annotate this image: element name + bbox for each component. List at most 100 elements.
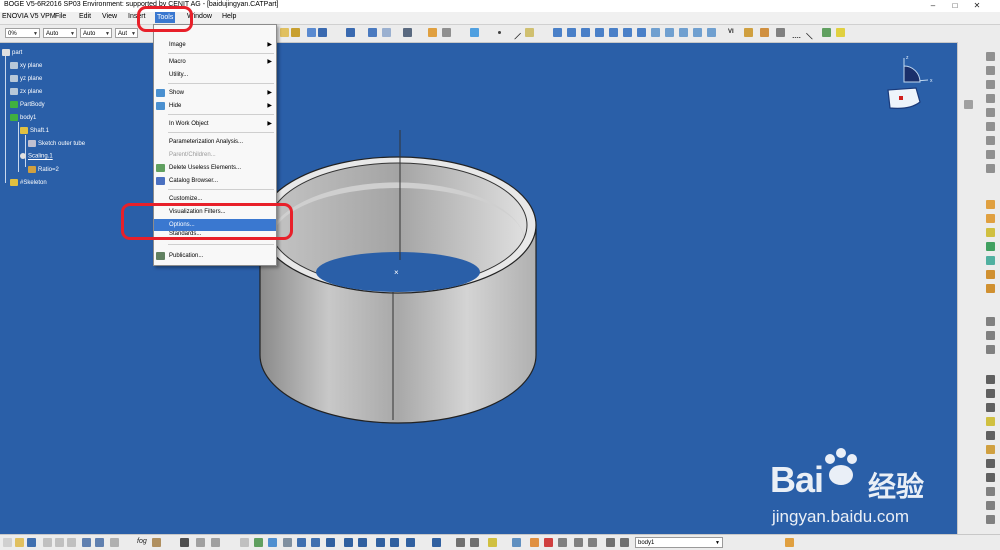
- undo-icon[interactable]: [82, 538, 91, 547]
- split-icon[interactable]: [986, 459, 995, 468]
- loft-icon[interactable]: [637, 28, 646, 37]
- menu-item-parameterization-analysis[interactable]: Parameterization Analysis...: [154, 136, 276, 148]
- shading-icon[interactable]: [358, 538, 367, 547]
- plane-icon[interactable]: [525, 28, 534, 37]
- law-icon[interactable]: [776, 28, 785, 37]
- dimension-icon[interactable]: [544, 538, 553, 547]
- tool-icon[interactable]: [986, 108, 995, 117]
- line-weight-combo[interactable]: Auto ▼: [43, 28, 77, 38]
- menu-item-delete-useless-elements[interactable]: Delete Useless Elements...: [154, 162, 276, 174]
- line-icon[interactable]: [507, 26, 522, 40]
- tool-icon[interactable]: [986, 52, 995, 61]
- hole-icon[interactable]: [986, 270, 995, 279]
- grid-snap-icon[interactable]: [558, 538, 567, 547]
- replace-face-icon[interactable]: [986, 501, 995, 510]
- close-button[interactable]: ✕: [966, 0, 988, 11]
- transform-icon[interactable]: [986, 375, 995, 384]
- lock-icon[interactable]: [488, 538, 497, 547]
- measure-icon[interactable]: [346, 28, 355, 37]
- line-2-icon[interactable]: [805, 26, 820, 40]
- fly-icon[interactable]: [152, 538, 161, 547]
- tool-icon[interactable]: [986, 164, 995, 173]
- save-icon[interactable]: [27, 538, 36, 547]
- pad-icon[interactable]: [986, 228, 995, 237]
- geometry-icon[interactable]: [588, 538, 597, 547]
- sketcher-icon[interactable]: [432, 538, 441, 547]
- menu-item-catalog-browser[interactable]: Catalog Browser...: [154, 175, 276, 187]
- fill-icon[interactable]: [609, 28, 618, 37]
- menu-item-show[interactable]: Show ▶: [154, 87, 276, 99]
- tree-node-partbody[interactable]: PartBody: [10, 101, 45, 108]
- shaft-icon[interactable]: [986, 242, 995, 251]
- pattern-icon[interactable]: [986, 403, 995, 412]
- menu-item-macro[interactable]: Macro ▶: [154, 56, 276, 68]
- new-icon[interactable]: [3, 538, 12, 547]
- draft-icon[interactable]: [986, 345, 995, 354]
- table-icon[interactable]: [180, 538, 189, 547]
- tube-model[interactable]: ×: [250, 120, 550, 430]
- vi-label[interactable]: VI: [728, 29, 734, 35]
- tool-icon[interactable]: [986, 122, 995, 131]
- rotate-icon[interactable]: [283, 538, 292, 547]
- part-icon[interactable]: [470, 28, 479, 37]
- tool-icon[interactable]: [986, 515, 995, 524]
- tool-icon[interactable]: [986, 66, 995, 75]
- paint-icon[interactable]: [785, 538, 794, 547]
- knowledge-icon[interactable]: [744, 28, 753, 37]
- menu-item-publication[interactable]: Publication...: [154, 250, 276, 262]
- tree-node-part[interactable]: part: [2, 49, 22, 56]
- blend-icon[interactable]: [623, 28, 632, 37]
- help-icon[interactable]: [110, 538, 119, 547]
- swap-icon[interactable]: [390, 538, 399, 547]
- tool-icon[interactable]: [620, 538, 629, 547]
- offset-icon[interactable]: [651, 28, 660, 37]
- boolean-icon[interactable]: [986, 417, 995, 426]
- sphere-icon[interactable]: [581, 28, 590, 37]
- split-icon[interactable]: [679, 28, 688, 37]
- groove-icon[interactable]: [986, 256, 995, 265]
- rib-icon[interactable]: [986, 284, 995, 293]
- transparency-combo[interactable]: 0% ▼: [5, 28, 40, 38]
- analysis-icon[interactable]: [368, 28, 377, 37]
- revolve-icon[interactable]: [567, 28, 576, 37]
- zoom-out-icon[interactable]: [311, 538, 320, 547]
- menu-item-in-work-object[interactable]: In Work Object ▶: [154, 118, 276, 130]
- tree-node-xy-plane[interactable]: xy plane: [10, 62, 42, 69]
- pan-icon[interactable]: [254, 538, 263, 547]
- tool-icon[interactable]: [986, 150, 995, 159]
- formula-icon[interactable]: [760, 28, 769, 37]
- maximize-button[interactable]: □: [944, 0, 966, 11]
- cut-icon[interactable]: [428, 28, 437, 37]
- menu-view[interactable]: View: [102, 13, 117, 20]
- copy-icon[interactable]: [55, 538, 64, 547]
- thickness-icon[interactable]: [986, 445, 995, 454]
- iso-view-icon[interactable]: [344, 538, 353, 547]
- chamfer-icon[interactable]: [986, 331, 995, 340]
- scale-icon[interactable]: [986, 431, 995, 440]
- sweep-icon[interactable]: [595, 28, 604, 37]
- print-icon[interactable]: [196, 538, 205, 547]
- open-icon[interactable]: [15, 538, 24, 547]
- compass[interactable]: z x: [880, 52, 940, 114]
- circle-icon[interactable]: [822, 28, 831, 37]
- view-2-icon[interactable]: [318, 28, 327, 37]
- tool-icon[interactable]: [986, 136, 995, 145]
- warning-icon[interactable]: [836, 28, 845, 37]
- tree-node-yz-plane[interactable]: yz plane: [10, 75, 42, 82]
- constraint-icon[interactable]: [530, 538, 539, 547]
- normal-view-icon[interactable]: [326, 538, 335, 547]
- body-selector[interactable]: body1 ▼: [635, 537, 723, 548]
- trim-icon[interactable]: [693, 28, 702, 37]
- tool-icon[interactable]: [470, 538, 479, 547]
- cut-icon[interactable]: [43, 538, 52, 547]
- tool-icon[interactable]: [986, 94, 995, 103]
- boundary-icon[interactable]: [707, 28, 716, 37]
- sketch-tool-icon[interactable]: [986, 214, 995, 223]
- update-icon[interactable]: [512, 538, 521, 547]
- paste-icon[interactable]: [67, 538, 76, 547]
- sketch-tool-icon[interactable]: [986, 200, 995, 209]
- remove-face-icon[interactable]: [986, 487, 995, 496]
- layer-combo[interactable]: Aut ▼: [115, 28, 138, 38]
- point-icon[interactable]: [498, 31, 501, 34]
- menu-item-utility[interactable]: Utility...: [154, 69, 276, 81]
